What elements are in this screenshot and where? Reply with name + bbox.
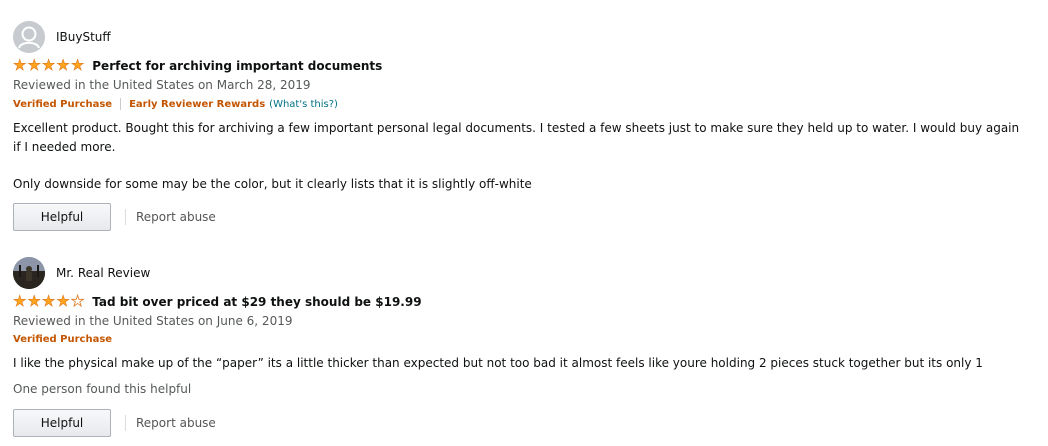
star-full-icon: ★ <box>56 292 70 310</box>
review-date: Reviewed in the United States on March 2… <box>13 78 311 92</box>
avatar <box>13 21 45 53</box>
review-body: I like the physical make up of the “pape… <box>13 356 983 370</box>
review-date: Reviewed in the United States on June 6,… <box>13 314 293 328</box>
helpful-count: One person found this helpful <box>13 382 192 396</box>
divider <box>125 415 126 431</box>
verified-purchase-badge: Verified Purchase <box>13 334 113 345</box>
review-title[interactable]: Perfect for archiving important document… <box>92 59 382 73</box>
avatar <box>13 257 45 289</box>
star-rating[interactable]: ★ ★ ★ ★ ★ <box>13 292 85 310</box>
reviewer-profile[interactable]: Mr. Real Review <box>13 256 150 290</box>
star-empty-icon: ★ <box>70 292 85 310</box>
star-full-icon: ★ <box>70 56 85 74</box>
star-full-icon: ★ <box>27 56 41 74</box>
reviewer-name: IBuyStuff <box>56 30 111 44</box>
report-abuse-link[interactable]: Report abuse <box>136 210 216 224</box>
divider <box>120 98 122 110</box>
divider <box>125 209 126 225</box>
default-user-icon <box>13 21 45 53</box>
review-body: Excellent product. Bought this for archi… <box>13 121 1020 154</box>
review-title[interactable]: Tad bit over priced at $29 they should b… <box>92 295 421 309</box>
whats-this-link[interactable]: (What's this?) <box>269 99 338 110</box>
star-full-icon: ★ <box>41 56 56 74</box>
early-reviewer-badge: Early Reviewer Rewards <box>129 98 266 110</box>
star-full-icon: ★ <box>13 292 27 310</box>
report-abuse-link[interactable]: Report abuse <box>136 416 216 430</box>
star-full-icon: ★ <box>13 56 27 74</box>
verified-purchase-badge: Verified Purchase <box>13 98 113 110</box>
reviewer-profile[interactable]: IBuyStuff <box>13 20 111 54</box>
helpful-button[interactable]: Helpful <box>13 203 111 231</box>
reviewer-name: Mr. Real Review <box>56 266 151 280</box>
helpful-button[interactable]: Helpful <box>13 409 111 437</box>
star-full-icon: ★ <box>41 292 56 310</box>
review-body: Only downside for some may be the color,… <box>13 177 532 191</box>
star-full-icon: ★ <box>27 292 41 310</box>
star-rating[interactable]: ★ ★ ★ ★ ★ <box>13 56 85 74</box>
profile-photo-icon <box>13 257 45 289</box>
star-full-icon: ★ <box>56 56 70 74</box>
